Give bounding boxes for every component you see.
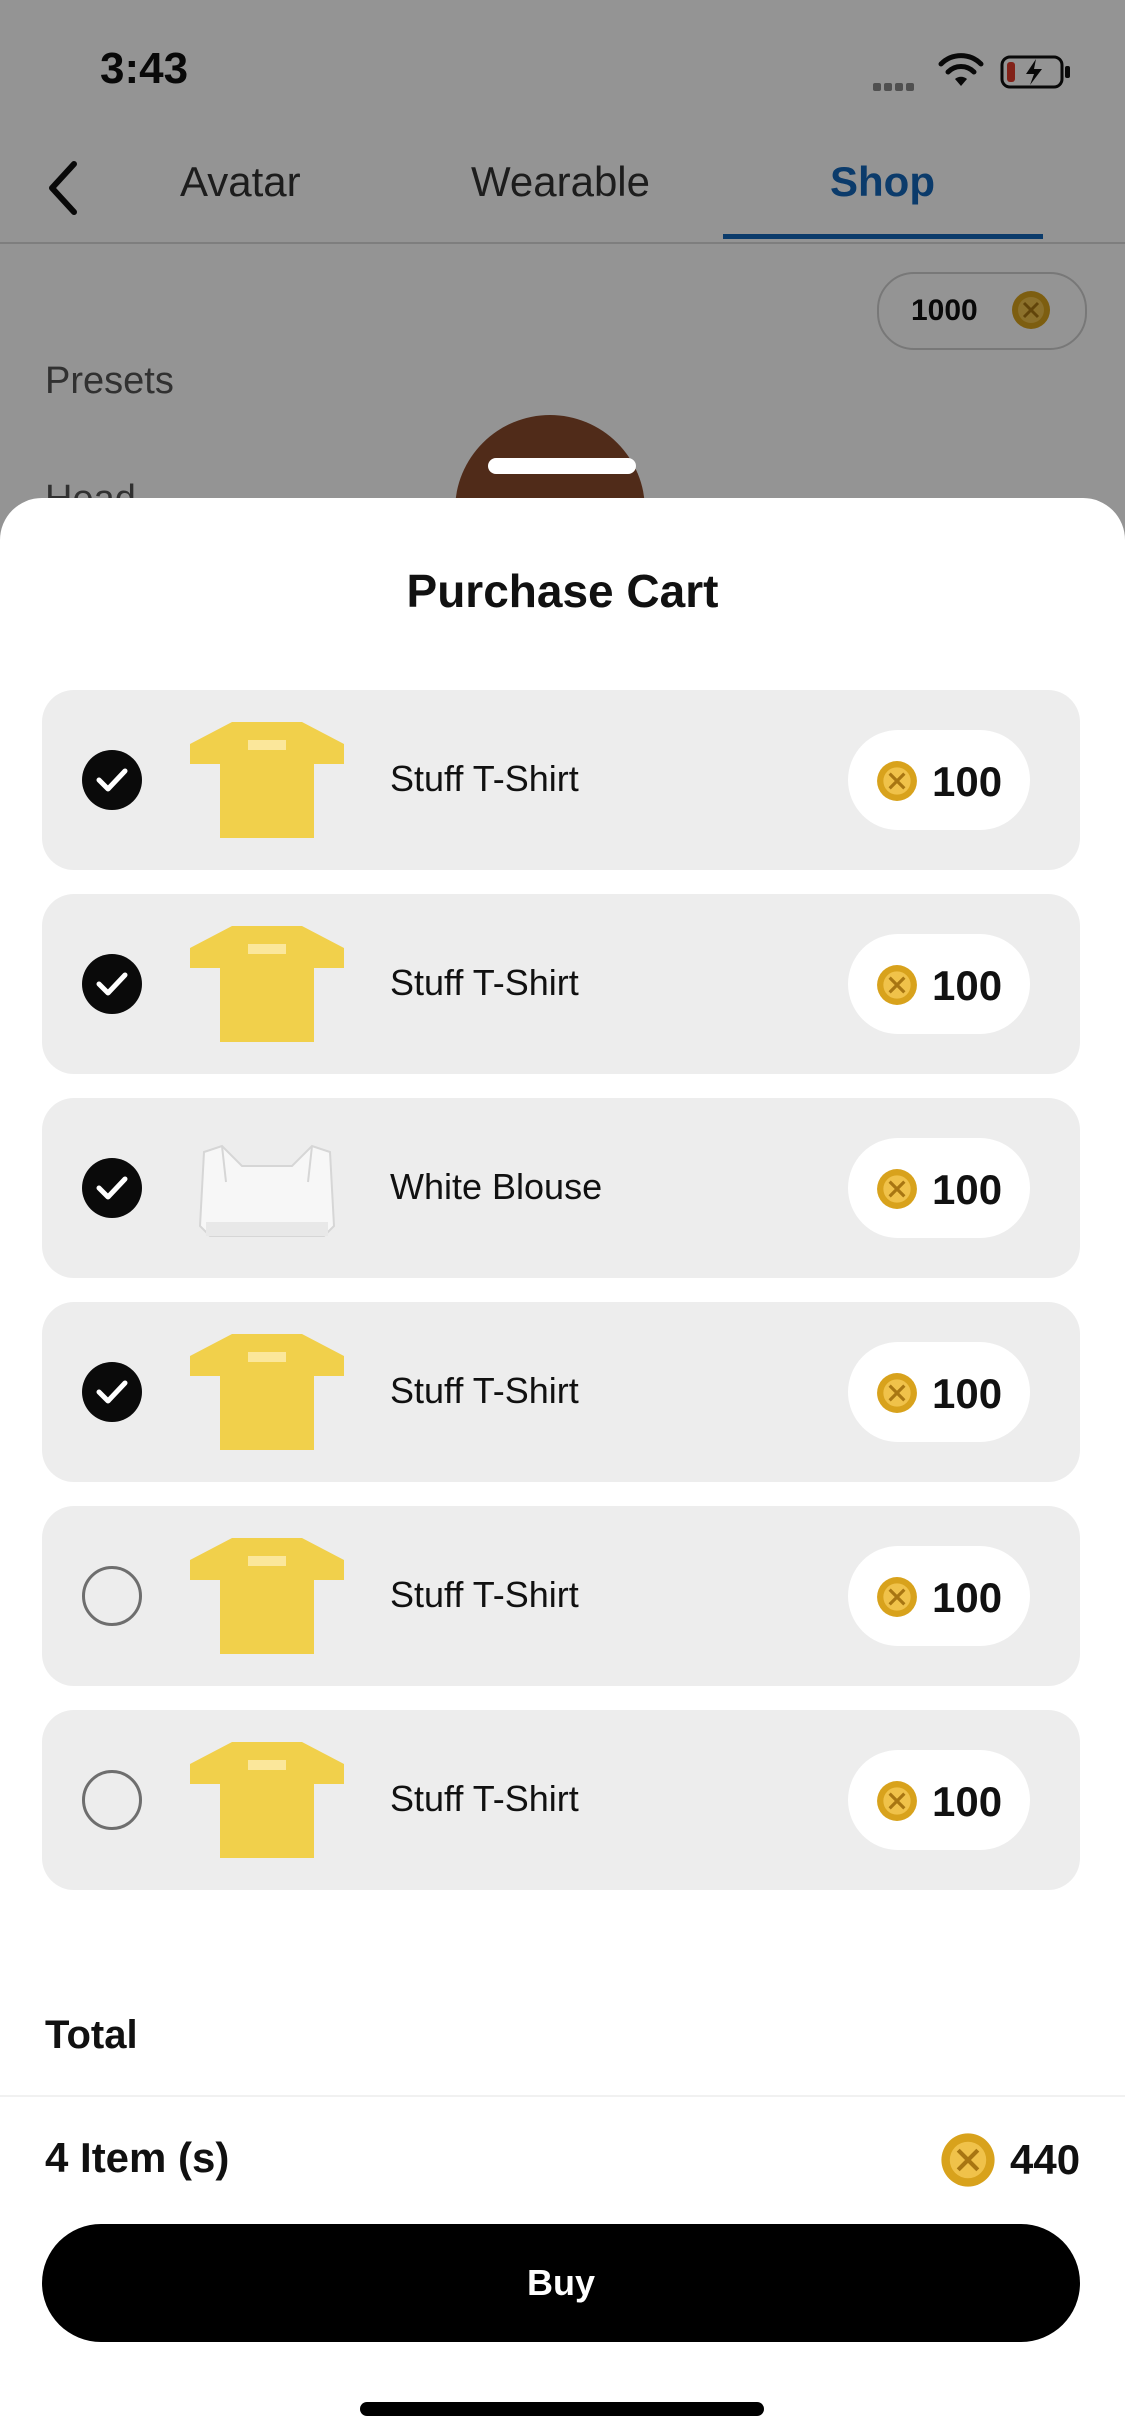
item-price: 100: [932, 1778, 1003, 1825]
price-pill: 100: [848, 1750, 1030, 1850]
coin-icon: [877, 965, 917, 1005]
cart-item[interactable]: Stuff T-Shirt 100: [42, 1302, 1080, 1482]
coin-icon: [877, 1169, 917, 1209]
coin-icon: [877, 1373, 917, 1413]
yellow-tshirt-icon: [190, 1334, 344, 1450]
price-pill: 100: [848, 1342, 1030, 1442]
checkmark-icon: [96, 1176, 128, 1200]
item-name: Stuff T-Shirt: [390, 1778, 579, 1819]
yellow-tshirt-icon: [190, 1538, 344, 1654]
item-name: Stuff T-Shirt: [390, 758, 579, 799]
cart-item[interactable]: Stuff T-Shirt 100: [42, 894, 1080, 1074]
coin-icon: [877, 1577, 917, 1617]
price-pill: 100: [848, 1546, 1030, 1646]
item-price: 100: [932, 758, 1003, 805]
checkbox-unchecked[interactable]: [82, 1566, 142, 1626]
cart-list: Stuff T-Shirt 100 Stuff T-Shirt 100 Whit…: [42, 690, 1080, 1914]
item-price: 100: [932, 962, 1003, 1009]
purchase-cart-sheet: Purchase Cart Stuff T-Shirt 100 Stuff T-…: [0, 498, 1125, 2436]
cart-item[interactable]: Stuff T-Shirt 100: [42, 1710, 1080, 1890]
selected-items-count: 4 Item (s): [45, 2134, 230, 2181]
item-name: White Blouse: [390, 1166, 603, 1207]
checkbox-checked[interactable]: [82, 1362, 142, 1422]
checkbox-unchecked[interactable]: [82, 1770, 142, 1830]
item-name: Stuff T-Shirt: [390, 1370, 579, 1411]
coin-icon: [941, 2133, 995, 2187]
yellow-tshirt-icon: [190, 926, 344, 1042]
yellow-tshirt-icon: [190, 1742, 344, 1858]
total-price: 440: [1010, 2136, 1081, 2183]
item-name: Stuff T-Shirt: [390, 962, 579, 1003]
checkmark-icon: [96, 1380, 128, 1404]
home-indicator: [360, 2402, 764, 2416]
checkbox-checked[interactable]: [82, 750, 142, 810]
item-price: 100: [932, 1166, 1003, 1213]
divider: [0, 2095, 1125, 2097]
checkmark-icon: [96, 768, 128, 792]
checkmark-icon: [96, 972, 128, 996]
white-blouse-icon: [198, 1144, 336, 1237]
cart-item[interactable]: Stuff T-Shirt 100: [42, 1506, 1080, 1686]
sheet-grabber-handle[interactable]: [488, 458, 636, 474]
item-name: Stuff T-Shirt: [390, 1574, 579, 1615]
sheet-title: Purchase Cart: [406, 565, 719, 617]
total-label: Total: [45, 2013, 138, 2057]
cart-item[interactable]: White Blouse 100: [42, 1098, 1080, 1278]
coin-icon: [877, 761, 917, 801]
checkbox-checked[interactable]: [82, 1158, 142, 1218]
yellow-tshirt-icon: [190, 722, 344, 838]
price-pill: 100: [848, 1138, 1030, 1238]
checkbox-checked[interactable]: [82, 954, 142, 1014]
price-pill: 100: [848, 730, 1030, 830]
coin-icon: [877, 1781, 917, 1821]
buy-button[interactable]: Buy: [42, 2224, 1080, 2342]
item-price: 100: [932, 1370, 1003, 1417]
price-pill: 100: [848, 934, 1030, 1034]
item-price: 100: [932, 1574, 1003, 1621]
cart-item[interactable]: Stuff T-Shirt 100: [42, 690, 1080, 870]
